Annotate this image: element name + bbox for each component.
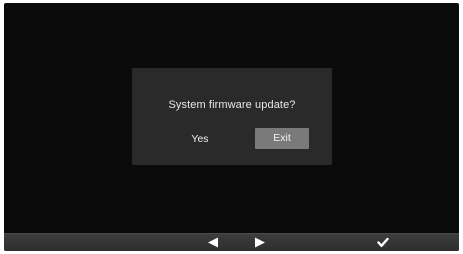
yes-button[interactable]: Yes <box>180 128 220 150</box>
device-screen: System firmware update? Yes Exit <box>4 3 459 251</box>
checkmark-icon <box>377 237 389 248</box>
previous-button[interactable] <box>202 234 224 251</box>
firmware-update-dialog: System firmware update? Yes Exit <box>132 68 332 165</box>
confirm-button[interactable] <box>372 234 394 251</box>
left-arrow-icon <box>208 237 218 248</box>
dialog-message: System firmware update? <box>168 99 296 111</box>
bottom-control-bar <box>4 233 459 251</box>
next-button[interactable] <box>249 234 271 251</box>
right-arrow-icon <box>255 237 265 248</box>
exit-button[interactable]: Exit <box>255 128 309 149</box>
